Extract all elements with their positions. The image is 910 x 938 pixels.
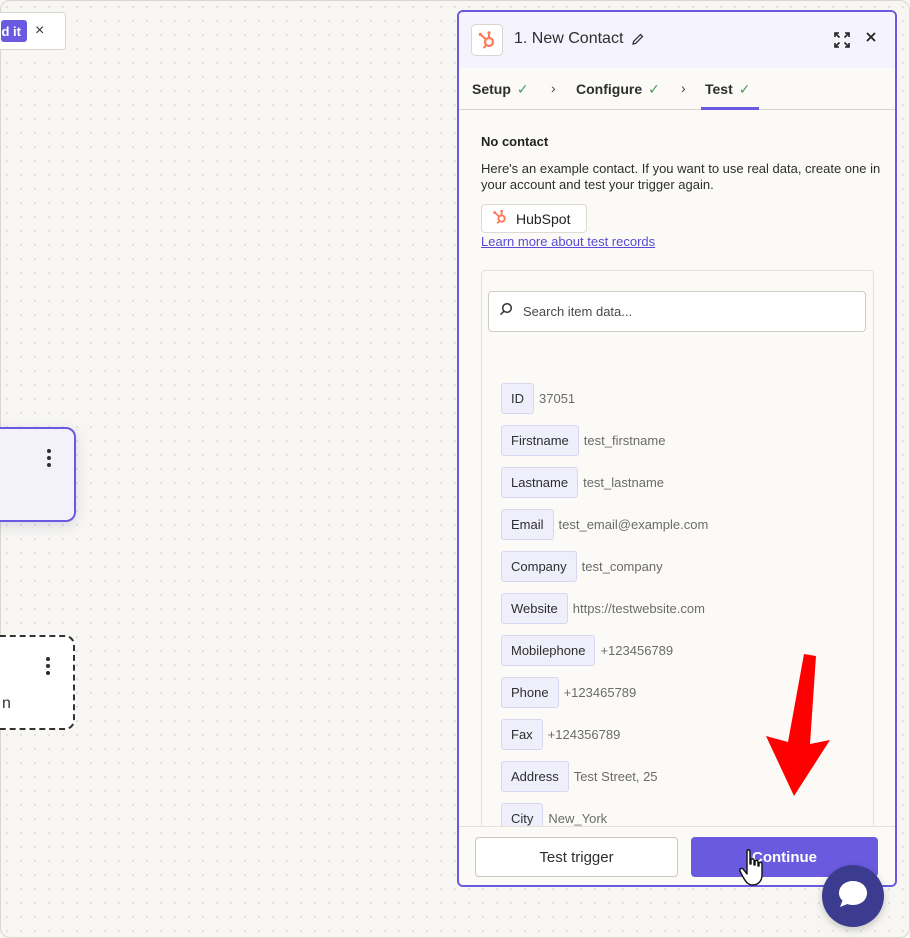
field-value: +123465789 [563, 684, 637, 700]
tab-configure[interactable]: Configure ✓ [576, 81, 660, 98]
test-trigger-button[interactable]: Test trigger [475, 837, 678, 877]
chevron-right-icon: › [551, 80, 556, 96]
tab-setup[interactable]: Setup ✓ [472, 81, 529, 98]
no-contact-title: No contact [481, 134, 549, 149]
app-name: HubSpot [516, 210, 571, 227]
field-key[interactable]: Website [501, 592, 568, 624]
chat-bubble-icon [836, 878, 870, 915]
more-options-icon[interactable] [45, 657, 51, 675]
pencil-icon[interactable] [631, 32, 645, 49]
field-key[interactable]: Fax [501, 718, 543, 750]
field-row: Company test_company [501, 545, 708, 587]
field-value: New_York [548, 810, 608, 826]
panel-title: 1. New Contact [514, 30, 624, 47]
step-tabs: Setup ✓ › Configure ✓ › Test ✓ [459, 68, 895, 110]
chat-launcher[interactable] [822, 865, 884, 927]
field-key[interactable]: Email [501, 508, 554, 540]
field-row: Address Test Street, 25 [501, 755, 708, 797]
action-node[interactable]: n [0, 635, 75, 730]
close-icon[interactable]: × [35, 22, 44, 40]
description-text: Here's an example contact. If you want t… [481, 161, 881, 192]
check-icon: ✓ [648, 81, 660, 97]
field-value: test_firstname [583, 432, 666, 448]
check-icon: ✓ [738, 81, 751, 97]
field-row: Phone +123465789 [501, 671, 708, 713]
hand-cursor-icon [739, 849, 763, 886]
hubspot-icon [492, 209, 508, 228]
field-row: Website https://testwebsite.com [501, 587, 708, 629]
tab-test[interactable]: Test ✓ [705, 81, 750, 98]
panel-header: 1. New Contact [459, 12, 895, 68]
publish-button[interactable]: d it [1, 20, 27, 42]
field-row: Email test_email@example.com [501, 503, 708, 545]
field-key[interactable]: Phone [501, 676, 559, 708]
field-value: test_company [581, 558, 663, 574]
publish-chip: d it × [0, 12, 66, 50]
search-icon [499, 302, 513, 321]
field-key[interactable]: Mobilephone [501, 634, 596, 666]
field-key[interactable]: ID [501, 382, 534, 414]
field-row: Lastname test_lastname [501, 461, 708, 503]
field-row: Firstname test_firstname [501, 419, 708, 461]
search-input[interactable] [523, 304, 843, 319]
chevron-right-icon: › [681, 80, 686, 96]
more-options-icon[interactable] [46, 449, 52, 467]
field-key[interactable]: Address [501, 760, 569, 792]
field-value: Test Street, 25 [573, 768, 658, 784]
field-value: +123456789 [600, 642, 674, 658]
field-value: +124356789 [547, 726, 621, 742]
field-key[interactable]: Lastname [501, 466, 579, 498]
field-list: ID 37051 Firstname test_firstname Lastname te… [501, 377, 708, 829]
field-value: test_lastname [583, 474, 665, 490]
learn-more-link[interactable]: Learn more about test records [481, 234, 655, 249]
close-icon[interactable] [864, 28, 878, 49]
active-tab-indicator [701, 107, 759, 110]
app-chip: HubSpot [481, 204, 587, 233]
field-row: ID 37051 [501, 377, 708, 419]
field-value: 37051 [539, 390, 576, 406]
search-field[interactable] [488, 291, 866, 332]
action-node-label: n [2, 695, 11, 712]
hubspot-icon [471, 24, 503, 56]
expand-icon[interactable] [833, 31, 851, 49]
check-icon: ✓ [516, 81, 529, 97]
field-row: Fax +124356789 [501, 713, 708, 755]
field-key[interactable]: Firstname [501, 424, 579, 456]
field-value: test_email@example.com [558, 516, 709, 532]
field-key[interactable]: Company [501, 550, 577, 582]
trigger-node[interactable] [0, 427, 76, 522]
field-row: Mobilephone +123456789 [501, 629, 708, 671]
annotation-arrow-icon [766, 654, 830, 796]
field-value: https://testwebsite.com [572, 600, 705, 616]
